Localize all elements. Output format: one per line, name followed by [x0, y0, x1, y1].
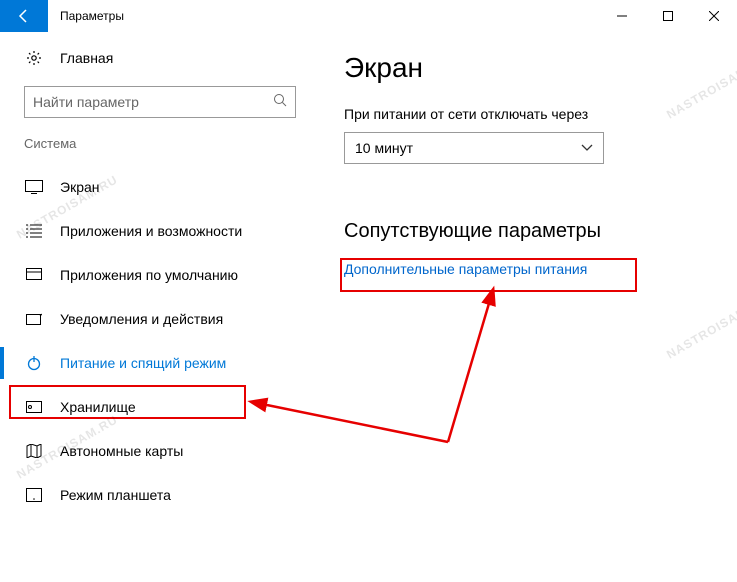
sidebar-item-label: Хранилище: [60, 399, 136, 415]
search-icon: [273, 93, 287, 112]
setting-label: При питании от сети отключать через: [344, 106, 737, 122]
additional-power-link[interactable]: Дополнительные параметры питания: [344, 261, 587, 277]
sidebar-item-label: Уведомления и действия: [60, 311, 223, 327]
minimize-button[interactable]: [599, 0, 645, 32]
storage-icon: [24, 401, 44, 413]
gear-icon: [24, 50, 44, 66]
sidebar-item-default-apps[interactable]: Приложения по умолчанию: [0, 253, 296, 297]
sidebar-item-label: Режим планшета: [60, 487, 171, 503]
notifications-icon: [24, 312, 44, 326]
sidebar: Главная Система Экран Приложения и возмо…: [0, 32, 320, 582]
default-apps-icon: [24, 268, 44, 282]
titlebar: Параметры: [0, 0, 737, 32]
sidebar-item-apps-features[interactable]: Приложения и возможности: [0, 209, 296, 253]
sidebar-item-label: Автономные карты: [60, 443, 183, 459]
sidebar-item-label: Экран: [60, 179, 100, 195]
sidebar-item-label: Питание и спящий режим: [60, 355, 226, 371]
sidebar-item-display[interactable]: Экран: [0, 165, 296, 209]
maps-icon: [24, 444, 44, 458]
list-icon: [24, 224, 44, 238]
page-heading: Экран: [344, 52, 737, 84]
search-input-container[interactable]: [24, 86, 296, 118]
close-button[interactable]: [691, 0, 737, 32]
window-controls: [599, 0, 737, 32]
sidebar-item-label: Приложения по умолчанию: [60, 267, 238, 283]
maximize-button[interactable]: [645, 0, 691, 32]
home-link[interactable]: Главная: [24, 50, 320, 66]
content: Главная Система Экран Приложения и возмо…: [0, 32, 737, 582]
close-icon: [709, 11, 719, 21]
sidebar-item-storage[interactable]: Хранилище: [0, 385, 296, 429]
sidebar-item-label: Приложения и возможности: [60, 223, 242, 239]
sidebar-item-offline-maps[interactable]: Автономные карты: [0, 429, 296, 473]
power-icon: [24, 355, 44, 371]
search-input[interactable]: [33, 94, 273, 110]
sidebar-item-tablet-mode[interactable]: Режим планшета: [0, 473, 296, 517]
timeout-dropdown[interactable]: 10 минут: [344, 132, 604, 164]
sidebar-item-power-sleep[interactable]: Питание и спящий режим: [0, 341, 296, 385]
window-title: Параметры: [60, 9, 124, 23]
dropdown-value: 10 минут: [355, 140, 413, 156]
sidebar-item-notifications[interactable]: Уведомления и действия: [0, 297, 296, 341]
minimize-icon: [617, 11, 627, 21]
active-indicator: [0, 347, 4, 379]
chevron-down-icon: [581, 144, 593, 152]
home-label: Главная: [60, 50, 113, 66]
arrow-left-icon: [16, 8, 32, 24]
category-label: Система: [24, 136, 320, 151]
tablet-icon: [24, 488, 44, 502]
back-button[interactable]: [0, 0, 48, 32]
maximize-icon: [663, 11, 673, 21]
main-panel: Экран При питании от сети отключать чере…: [320, 32, 737, 582]
related-heading: Сопутствующие параметры: [344, 220, 737, 243]
display-icon: [24, 180, 44, 194]
